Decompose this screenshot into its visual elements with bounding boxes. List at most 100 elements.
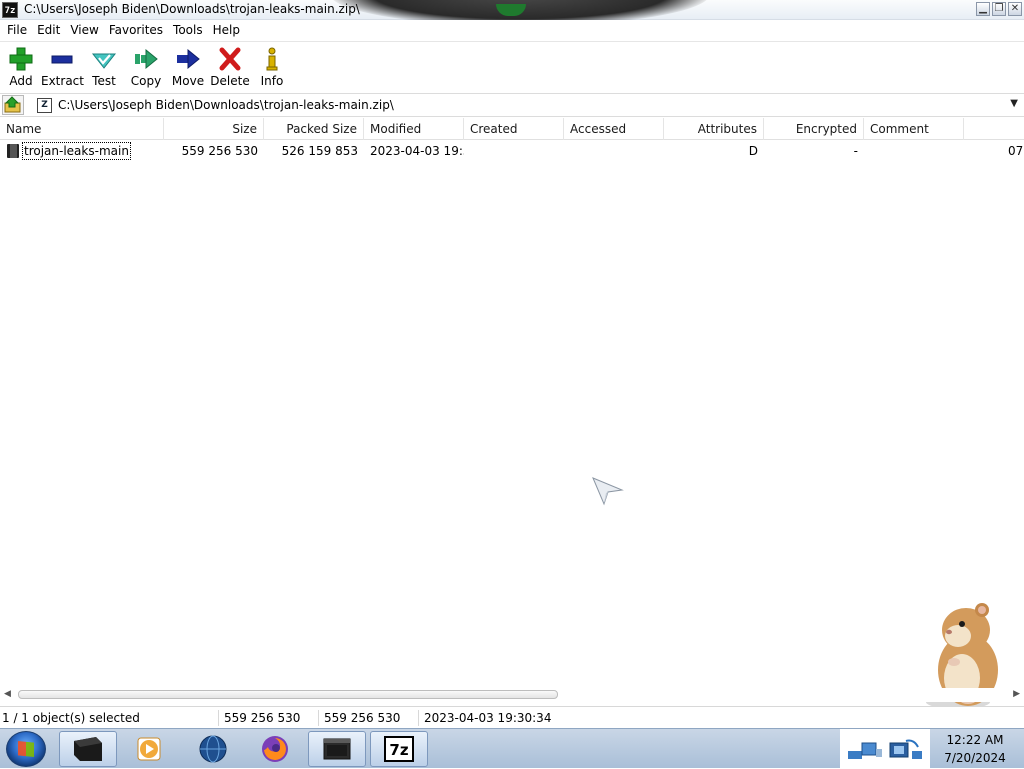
row-name[interactable]: trojan-leaks-main [22, 142, 131, 160]
window-title: C:\Users\Joseph Biden\Downloads\trojan-l… [24, 2, 360, 16]
restore-icon[interactable]: ❐ [992, 2, 1006, 16]
row-attributes: D [748, 144, 758, 158]
sevenzip-app-icon: 7z [2, 2, 18, 18]
column-size[interactable]: Size [164, 118, 264, 140]
clock[interactable]: 12:22 AM 7/20/2024 [930, 731, 1020, 767]
column-name[interactable]: Name [0, 118, 164, 140]
scroll-left-icon[interactable]: ◀ [4, 689, 11, 699]
test-label: Test [92, 74, 116, 88]
toolbar: Add Extract Test Copy Move Delete Info [0, 41, 1024, 91]
column-encrypted[interactable]: Encrypted [764, 118, 864, 140]
move-arrow-icon [177, 48, 200, 70]
delete-label: Delete [210, 74, 250, 88]
add-button[interactable]: Add [0, 44, 42, 90]
address-bar: Z C:\Users\Joseph Biden\Downloads\trojan… [0, 93, 1024, 117]
scroll-right-icon[interactable]: ▶ [1013, 689, 1020, 699]
delete-x-icon [219, 47, 241, 71]
row-created [464, 142, 564, 160]
status-modified: 2023-04-03 19:30:34 [424, 711, 552, 725]
column-modified[interactable]: Modified [364, 118, 464, 140]
plus-icon [9, 47, 33, 71]
row-modified: 2023-04-03 19:30 [370, 144, 464, 158]
row-packed-size: 526 159 853 [281, 144, 358, 158]
network-icon[interactable] [846, 737, 926, 763]
taskbar-app-globe[interactable] [184, 731, 242, 767]
move-label: Move [171, 74, 205, 88]
status-selection: 1 / 1 object(s) selected [2, 711, 140, 725]
scrollbar-thumb[interactable] [18, 690, 558, 699]
info-icon [266, 47, 278, 71]
zip-archive-icon: Z [37, 98, 52, 113]
media-player-icon [137, 737, 161, 761]
taskbar-app-firefox[interactable] [246, 731, 304, 767]
column-comment[interactable]: Comment [864, 118, 964, 140]
info-label: Info [260, 74, 284, 88]
clock-time: 12:22 AM [946, 733, 1004, 747]
extract-button[interactable]: Extract [41, 44, 84, 90]
up-folder-button[interactable] [2, 95, 24, 115]
status-divider [418, 710, 419, 726]
row-comment [864, 142, 964, 160]
menu-view[interactable]: View [65, 23, 103, 37]
info-button[interactable]: Info [251, 44, 293, 90]
address-field[interactable]: Z C:\Users\Joseph Biden\Downloads\trojan… [32, 95, 1022, 115]
taskbar: 7z 12:22 AM 7/20/2024 [0, 728, 1024, 769]
status-divider [218, 710, 219, 726]
svg-text:7z: 7z [389, 741, 408, 759]
menu-help[interactable]: Help [208, 23, 245, 37]
globe-icon [199, 735, 227, 763]
taskbar-app-7zip[interactable]: 7z [370, 731, 428, 767]
clock-date: 7/20/2024 [944, 751, 1006, 765]
mouse-cursor-icon [592, 477, 624, 506]
terminal-icon [74, 737, 102, 761]
menu-file[interactable]: File [2, 23, 32, 37]
row-overflow-column: 07( [1008, 144, 1024, 158]
copy-arrow-icon [135, 48, 158, 70]
menu-favorites[interactable]: Favorites [104, 23, 168, 37]
status-packed-size: 559 256 530 [324, 711, 401, 725]
status-size: 559 256 530 [224, 711, 301, 725]
sevenzip-window: 7z C:\Users\Joseph Biden\Downloads\troja… [0, 0, 1024, 728]
up-folder-icon [4, 96, 21, 113]
ornament-led [496, 4, 526, 16]
window-app-icon [323, 738, 351, 760]
row-size: 559 256 530 [181, 144, 258, 158]
extract-label: Extract [41, 74, 84, 88]
copy-label: Copy [130, 74, 162, 88]
horizontal-scrollbar[interactable]: ◀ ▶ [0, 688, 1024, 702]
window-controls: ▁ ❐ ✕ [976, 2, 1022, 16]
menu-bar: File Edit View Favorites Tools Help [0, 20, 1024, 40]
taskbar-app-window[interactable] [308, 731, 366, 767]
move-button[interactable]: Move [167, 44, 209, 90]
row-accessed [564, 142, 664, 160]
folder-icon [7, 144, 19, 158]
address-path: C:\Users\Joseph Biden\Downloads\trojan-l… [58, 98, 394, 112]
title-bar[interactable]: 7z C:\Users\Joseph Biden\Downloads\troja… [0, 0, 1024, 26]
taskbar-app-terminal[interactable] [59, 731, 117, 767]
system-tray [840, 729, 930, 769]
menu-edit[interactable]: Edit [32, 23, 65, 37]
delete-button[interactable]: Delete [209, 44, 251, 90]
firefox-icon [262, 736, 288, 762]
column-created[interactable]: Created [464, 118, 564, 140]
check-icon [91, 53, 117, 69]
column-packed-size[interactable]: Packed Size [264, 118, 364, 140]
minimize-icon[interactable]: ▁ [976, 2, 990, 16]
column-attributes[interactable]: Attributes [664, 118, 764, 140]
address-dropdown-icon[interactable]: ▼ [1010, 98, 1018, 109]
add-label: Add [9, 74, 33, 88]
file-list[interactable]: Name Size Packed Size Modified Created A… [0, 118, 1024, 704]
list-header: Name Size Packed Size Modified Created A… [0, 118, 1024, 140]
taskbar-app-media-player[interactable] [120, 731, 178, 767]
menu-tools[interactable]: Tools [168, 23, 208, 37]
table-row[interactable]: trojan-leaks-main 559 256 530 526 159 85… [0, 142, 1024, 160]
status-divider [318, 710, 319, 726]
minus-icon [51, 55, 73, 64]
start-button[interactable] [6, 731, 46, 767]
test-button[interactable]: Test [83, 44, 125, 90]
status-bar: 1 / 1 object(s) selected 559 256 530 559… [0, 706, 1024, 728]
sevenzip-icon: 7z [384, 736, 414, 762]
close-icon[interactable]: ✕ [1008, 2, 1022, 16]
copy-button[interactable]: Copy [125, 44, 167, 90]
column-accessed[interactable]: Accessed [564, 118, 664, 140]
